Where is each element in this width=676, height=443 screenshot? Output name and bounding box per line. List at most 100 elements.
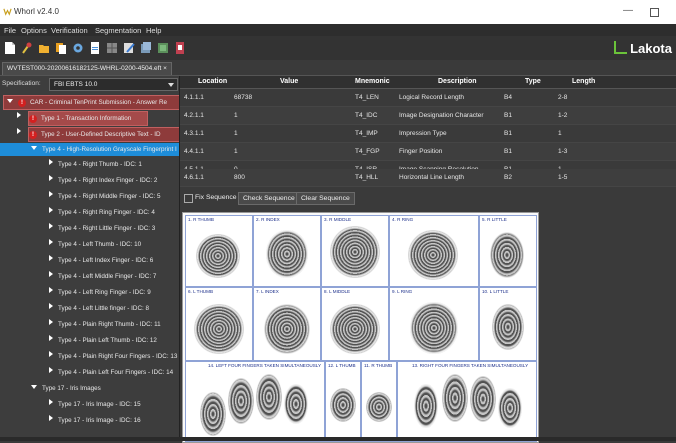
menu-options[interactable]: Options: [21, 26, 47, 35]
tree-item[interactable]: Type 4 - Left Little finger - IDC: 8: [49, 302, 149, 315]
tree-item[interactable]: Type 17 - Iris Image - IDC: 15: [49, 398, 141, 411]
table-row[interactable]: 4.4.1.1 1 T4_FGP Finger Position B1 1-3: [180, 143, 676, 161]
collapse-icon[interactable]: [17, 111, 26, 124]
table-row[interactable]: 4.3.1.1 1 T4_IMP Impression Type B1 1: [180, 125, 676, 143]
fingerprint-cell[interactable]: 3. R MIDDLE: [321, 215, 389, 287]
tree-item[interactable]: Type 4 - Right Little Finger - IDC: 3: [49, 222, 155, 235]
fingerprint-cell[interactable]: 7. L INDEX: [253, 287, 321, 361]
table-row[interactable]: 4.2.1.1 1 T4_IDC Image Designation Characte…: [180, 107, 676, 125]
menu-file[interactable]: File: [4, 26, 16, 35]
error-icon: !: [29, 115, 37, 123]
brand-name: Lakota: [630, 41, 672, 56]
tree-item[interactable]: Type 4 - Left Ring Finger - IDC: 9: [49, 286, 151, 299]
tools-icon[interactable]: [21, 41, 33, 55]
fingerprint-cell[interactable]: 5. R LITTLE: [479, 215, 537, 287]
image-icon[interactable]: [157, 41, 169, 55]
open-folder-icon[interactable]: [38, 41, 50, 55]
tree-item[interactable]: Type 4 - Left Thumb - IDC: 10: [49, 238, 141, 251]
record-tree-panel: Specification: FBI EBTS 10.0 ! CAR - Crim…: [0, 76, 180, 441]
fingerprint-cell[interactable]: 8. L MIDDLE: [321, 287, 389, 361]
expand-icon: [31, 146, 37, 150]
check-sequence-button[interactable]: Check Sequence: [238, 192, 300, 205]
maximize-button[interactable]: [650, 8, 659, 17]
fingerprint-cell[interactable]: 4. R RING: [389, 215, 479, 287]
toolbar: Lakota: [0, 36, 676, 60]
error-icon: !: [18, 99, 26, 107]
fingerprint-card: 1. R THUMB 2. R INDEX 3. R MIDDLE 4. R R…: [182, 212, 539, 443]
specification-select[interactable]: FBI EBTS 10.0: [49, 78, 178, 91]
collapse-icon: [49, 367, 53, 373]
tree-item[interactable]: Type 4 - Plain Left Four Fingers - IDC: …: [49, 366, 173, 379]
header-value[interactable]: Value: [280, 78, 298, 85]
clear-sequence-button[interactable]: Clear Sequence: [296, 192, 355, 205]
tree-node-type2[interactable]: ! Type 2 - User-Defined Descriptive Text …: [28, 127, 179, 142]
new-file-icon[interactable]: [4, 41, 16, 55]
fix-sequence-label: Fix Sequence: [195, 194, 237, 201]
fingerprint-cell[interactable]: 9. L RING: [389, 287, 479, 361]
tree-item[interactable]: Type 4 - Plain Right Thumb - IDC: 11: [49, 318, 161, 331]
tree-item[interactable]: Type 17 - Iris Image - IDC: 16: [49, 414, 141, 427]
grid-header: Location Value Mnemonic Description Type…: [180, 76, 676, 89]
tree-item[interactable]: Type 4 - Left Index Finger - IDC: 6: [49, 254, 153, 267]
tree-item[interactable]: Type 4 - Left Middle Finger - IDC: 7: [49, 270, 156, 283]
specification-row: Specification: FBI EBTS 10.0: [0, 76, 179, 91]
fix-sequence-checkbox[interactable]: [184, 194, 193, 203]
tree-item[interactable]: Type 4 - Plain Right Four Fingers - IDC:…: [49, 350, 177, 363]
tree-node-car[interactable]: ! CAR - Criminal TenPrint Submission - An…: [3, 95, 179, 110]
copy-icon[interactable]: [55, 41, 67, 55]
collapse-icon: [49, 319, 53, 325]
collapse-icon: [49, 335, 53, 341]
collapse-icon: [49, 191, 53, 197]
menu-bar: File Options Verification Segmentation H…: [0, 24, 676, 36]
fingerprint-cell[interactable]: 1. R THUMB: [185, 215, 253, 287]
header-length[interactable]: Length: [572, 78, 595, 85]
fingerprint-cell[interactable]: 6. L THUMB: [185, 287, 253, 361]
grid-icon[interactable]: [106, 41, 118, 55]
tree-node-type17[interactable]: Type 17 - Iris Images: [31, 382, 101, 395]
tree-item[interactable]: Type 4 - Right Index Finger - IDC: 2: [49, 174, 157, 187]
status-strip: [0, 437, 676, 441]
fingerprint-cell[interactable]: 12. L THUMB: [325, 361, 361, 442]
lakota-brand: Lakota: [614, 41, 672, 56]
layers-icon[interactable]: [140, 41, 152, 55]
fingerprint-cell[interactable]: 13. RIGHT FOUR FINGERS TAKEN SIMULTANEOU…: [397, 361, 537, 442]
whorl-app-icon: [3, 8, 12, 16]
document-icon[interactable]: [89, 41, 101, 55]
fingerprint-cell[interactable]: 10. L LITTLE: [479, 287, 537, 361]
detail-panel: Location Value Mnemonic Description Type…: [180, 76, 676, 443]
header-mnemonic[interactable]: Mnemonic: [355, 78, 390, 85]
tree-node-type1[interactable]: ! Type 1 - Transaction Information: [28, 111, 148, 126]
collapse-icon: [49, 239, 53, 245]
report-icon[interactable]: [174, 41, 186, 55]
error-icon: !: [29, 131, 37, 139]
document-tabs: WVTEST000-20200616182125-WHRL-0200-4504.…: [0, 60, 676, 76]
document-tab[interactable]: WVTEST000-20200616182125-WHRL-0200-4504.…: [2, 62, 172, 75]
edit-icon[interactable]: [123, 41, 135, 55]
fingerprint-cell[interactable]: 14. LEFT FOUR FINGERS TAKEN SIMULTANEOUS…: [185, 361, 325, 442]
collapse-icon: [49, 303, 53, 309]
menu-verification[interactable]: Verification: [51, 26, 88, 35]
collapse-icon: [49, 223, 53, 229]
tree-item[interactable]: Type 4 - Right Thumb - IDC: 1: [49, 158, 142, 171]
menu-segmentation[interactable]: Segmentation: [95, 26, 141, 35]
header-description[interactable]: Description: [438, 78, 477, 85]
collapse-icon[interactable]: [17, 127, 26, 140]
tree-item[interactable]: Type 4 - Plain Left Thumb - IDC: 12: [49, 334, 157, 347]
tree-item[interactable]: Type 4 - Right Ring Finger - IDC: 4: [49, 206, 155, 219]
collapse-icon: [49, 271, 53, 277]
expand-icon: [7, 99, 13, 103]
fingerprint-cell[interactable]: 11. R THUMB: [361, 361, 397, 442]
header-location[interactable]: Location: [198, 78, 227, 85]
fingerprint-cell[interactable]: 2. R INDEX: [253, 215, 321, 287]
tree-item[interactable]: Type 4 - Right Middle Finger - IDC: 5: [49, 190, 161, 203]
tree-node-type4[interactable]: Type 4 - High-Resolution Grayscale Finge…: [0, 143, 179, 156]
collapse-icon: [49, 207, 53, 213]
menu-help[interactable]: Help: [146, 26, 161, 35]
table-row[interactable]: 4.6.1.1 800 T4_HLL Horizontal Line Length B2…: [180, 169, 676, 187]
collapse-icon: [49, 287, 53, 293]
minimize-button[interactable]: —: [623, 5, 633, 16]
collapse-icon: [49, 175, 53, 181]
table-row[interactable]: 4.1.1.1 68738 T4_LEN Logical Record Length B…: [180, 89, 676, 107]
header-type[interactable]: Type: [525, 78, 541, 85]
settings-icon[interactable]: [72, 41, 84, 55]
